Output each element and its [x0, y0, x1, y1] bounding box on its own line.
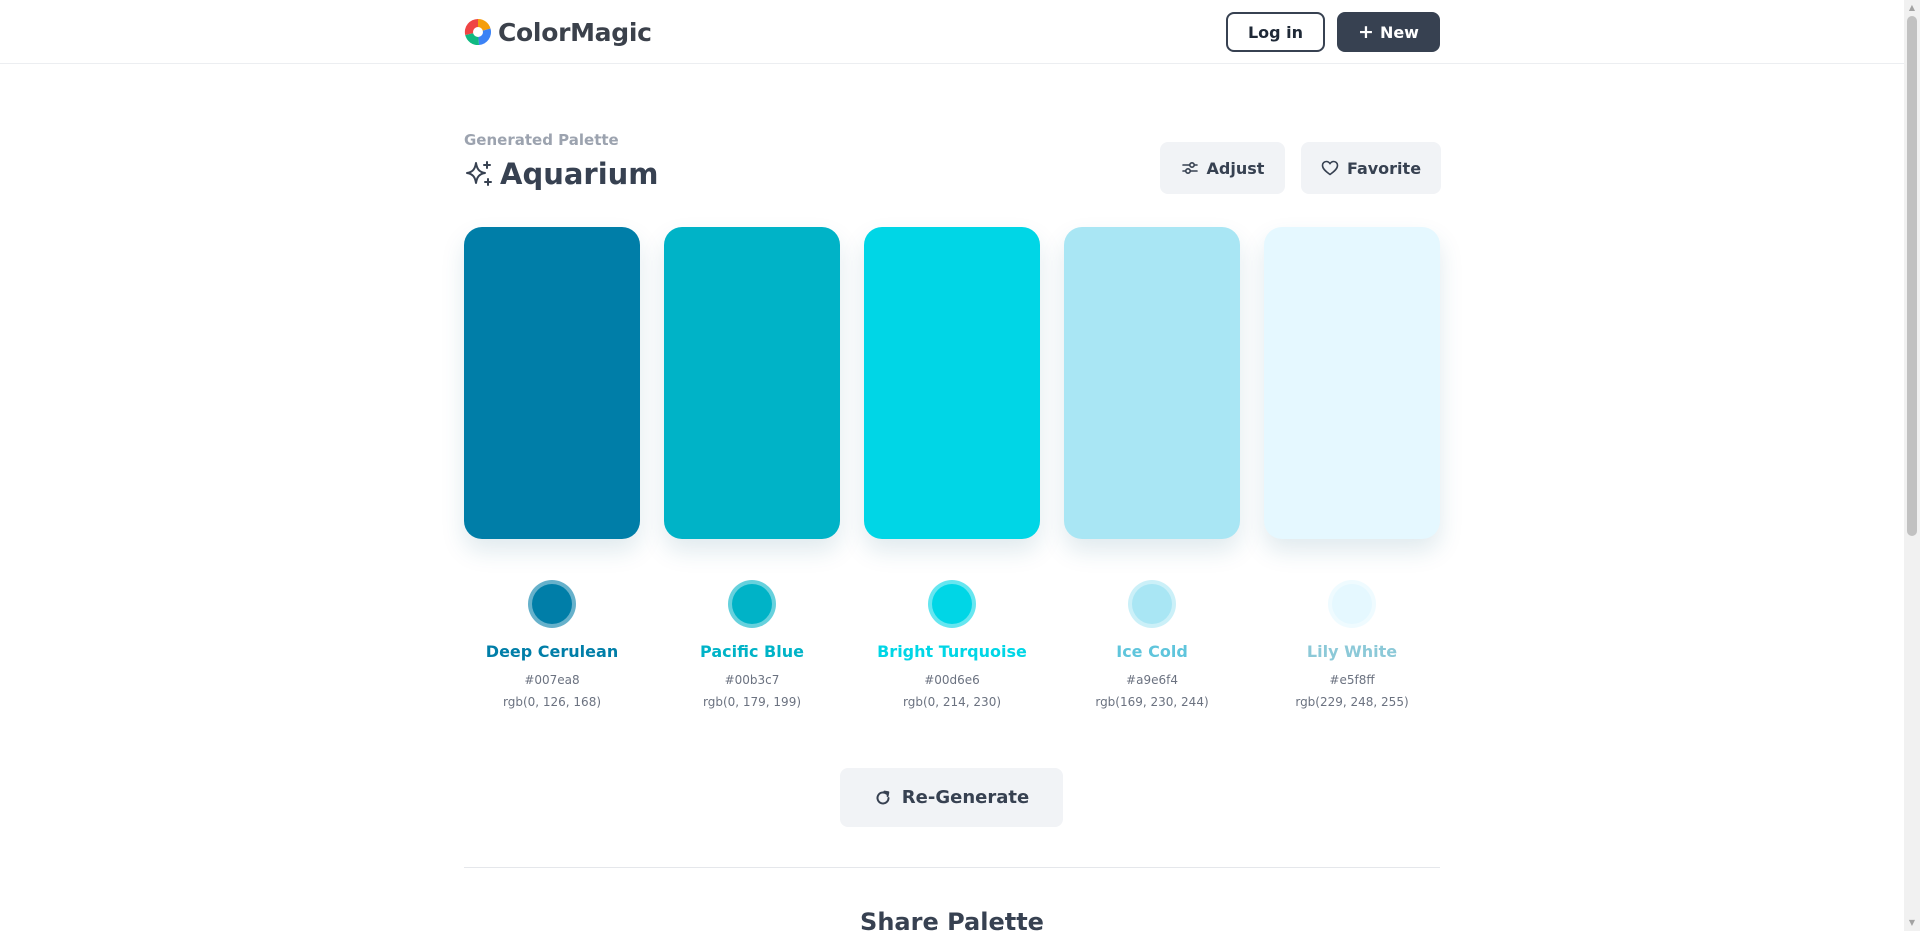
color-dot[interactable]: [728, 580, 776, 628]
color-swatch[interactable]: [664, 227, 840, 539]
color-name: Pacific Blue: [700, 642, 804, 661]
palette-title-row: Aquarium: [464, 157, 659, 191]
color-hex[interactable]: #a9e6f4: [1126, 673, 1178, 687]
color-name: Deep Cerulean: [485, 642, 619, 661]
sliders-icon: [1181, 161, 1198, 175]
color-swatch[interactable]: [1264, 227, 1440, 539]
color-hex[interactable]: #e5f8ff: [1329, 673, 1374, 687]
color-info: Bright Turquoise #00d6e6 rgb(0, 214, 230…: [864, 580, 1040, 709]
palette-subtitle: Generated Palette: [464, 131, 619, 149]
color-swatch[interactable]: [464, 227, 640, 539]
color-details: Deep Cerulean #007ea8 rgb(0, 126, 168) P…: [464, 580, 1440, 709]
palette-title-block: Generated Palette Aquarium: [464, 131, 659, 191]
color-name: Bright Turquoise: [877, 642, 1027, 661]
scroll-up-icon[interactable]: ▲: [1904, 0, 1920, 16]
share-heading: Share Palette: [860, 908, 1044, 931]
sparkle-icon: [466, 161, 492, 186]
site-header: ColorMagic Log in + New: [0, 0, 1904, 64]
color-info: Lily White #e5f8ff rgb(229, 248, 255): [1264, 580, 1440, 709]
adjust-button[interactable]: Adjust: [1160, 142, 1285, 194]
favorite-label: Favorite: [1346, 158, 1422, 178]
color-info: Deep Cerulean #007ea8 rgb(0, 126, 168): [464, 580, 640, 709]
color-swatch[interactable]: [864, 227, 1040, 539]
scroll-down-icon[interactable]: ▼: [1904, 915, 1920, 931]
section-divider: [464, 867, 1440, 868]
color-rgb[interactable]: rgb(229, 248, 255): [1295, 695, 1408, 709]
color-hex[interactable]: #00b3c7: [725, 673, 780, 687]
regenerate-label: Re-Generate: [901, 787, 1030, 808]
color-rgb[interactable]: rgb(0, 126, 168): [503, 695, 601, 709]
heart-icon: [1321, 160, 1339, 176]
favorite-button[interactable]: Favorite: [1301, 142, 1441, 194]
color-dot[interactable]: [1128, 580, 1176, 628]
color-info: Pacific Blue #00b3c7 rgb(0, 179, 199): [664, 580, 840, 709]
scroll-thumb[interactable]: [1907, 16, 1917, 536]
header-actions: Log in + New: [1226, 12, 1440, 52]
login-button[interactable]: Log in: [1226, 12, 1325, 52]
logo[interactable]: ColorMagic: [464, 18, 652, 47]
brand-name: ColorMagic: [498, 17, 652, 47]
color-swatches: [464, 227, 1440, 539]
page-scrollbar[interactable]: ▲ ▼: [1904, 0, 1920, 931]
colormagic-logo-icon: [464, 18, 491, 46]
palette-name: Aquarium: [500, 157, 659, 191]
color-info: Ice Cold #a9e6f4 rgb(169, 230, 244): [1064, 580, 1240, 709]
color-name: Lily White: [1306, 642, 1398, 661]
color-rgb[interactable]: rgb(0, 179, 199): [703, 695, 801, 709]
refresh-icon: [876, 790, 890, 804]
color-name: Ice Cold: [1116, 642, 1188, 661]
color-swatch[interactable]: [1064, 227, 1240, 539]
adjust-label: Adjust: [1206, 158, 1265, 178]
color-dot[interactable]: [528, 580, 576, 628]
header-inner: ColorMagic Log in + New: [464, 0, 1440, 64]
color-rgb[interactable]: rgb(0, 214, 230): [903, 695, 1001, 709]
new-button-label: New: [1379, 22, 1419, 42]
plus-icon: +: [1358, 20, 1374, 43]
regenerate-button[interactable]: Re-Generate: [840, 768, 1063, 827]
new-palette-button[interactable]: + New: [1337, 12, 1440, 52]
color-dot[interactable]: [1328, 580, 1376, 628]
color-dot[interactable]: [928, 580, 976, 628]
color-hex[interactable]: #007ea8: [524, 673, 579, 687]
palette-actions: Adjust Favorite: [1160, 142, 1441, 194]
color-rgb[interactable]: rgb(169, 230, 244): [1095, 695, 1208, 709]
color-hex[interactable]: #00d6e6: [924, 673, 980, 687]
